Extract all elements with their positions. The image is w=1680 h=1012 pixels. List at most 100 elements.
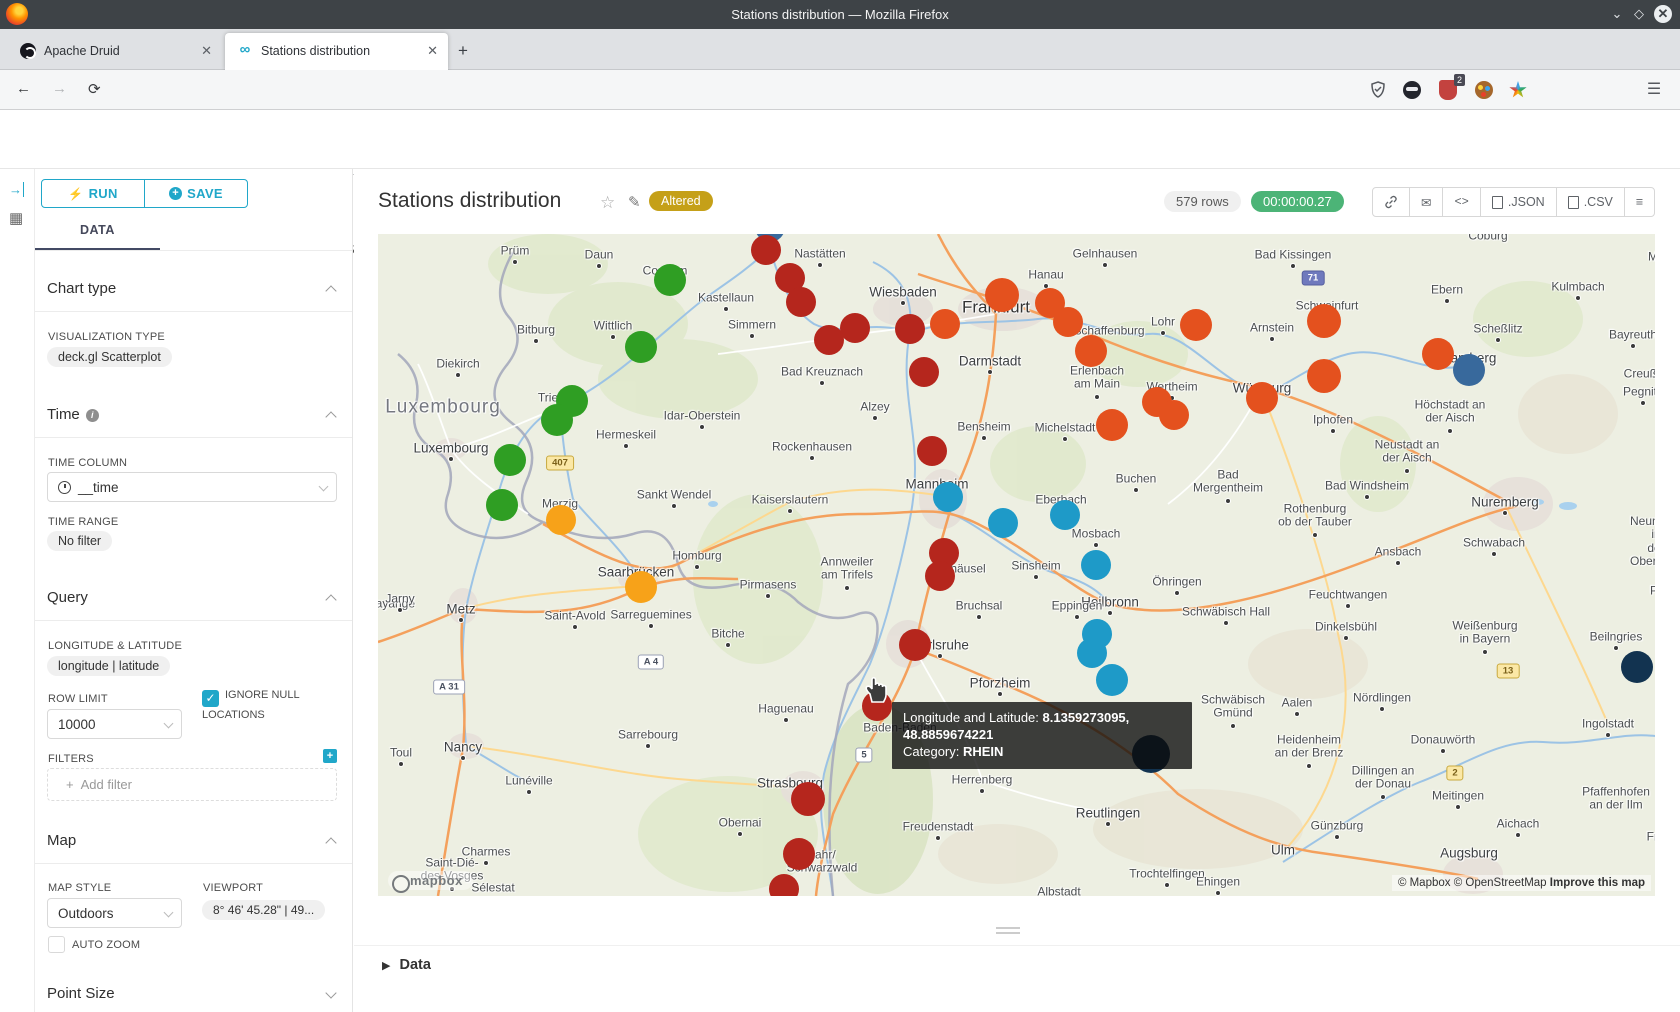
save-button[interactable]: +SAVE (144, 180, 247, 207)
forward-button[interactable]: → (52, 80, 67, 97)
pocket-shield-icon[interactable] (1366, 78, 1390, 102)
add-filter-plus-button[interactable]: + (323, 749, 337, 763)
map-point[interactable] (751, 235, 781, 265)
minimize-icon[interactable]: ⌄ (1608, 5, 1626, 23)
map-style-select[interactable]: Outdoors (47, 898, 182, 928)
map-point[interactable] (1307, 304, 1341, 338)
map-point[interactable] (925, 561, 955, 591)
lonlat-pill[interactable]: longitude | latitude (47, 656, 170, 676)
export-json-button[interactable]: .JSON (1480, 188, 1556, 216)
map-point[interactable] (654, 264, 686, 296)
map-point[interactable] (1050, 500, 1080, 530)
share-link-button[interactable] (1373, 188, 1409, 216)
chevron-up-icon[interactable] (325, 837, 336, 848)
map-point[interactable] (546, 505, 576, 535)
map-point[interactable] (1307, 359, 1341, 393)
map-point[interactable] (1096, 664, 1128, 696)
map-point[interactable] (1621, 651, 1653, 683)
map-point[interactable] (783, 838, 815, 870)
data-panel-toggle[interactable]: ▶Data (382, 957, 431, 973)
map-point[interactable] (1422, 338, 1454, 370)
map-point[interactable] (494, 444, 526, 476)
section-map[interactable]: Map (47, 832, 76, 849)
map-point[interactable] (840, 313, 870, 343)
tab-close-icon[interactable]: ✕ (427, 43, 438, 59)
chevron-down-icon[interactable] (325, 987, 336, 998)
improve-map-link[interactable]: Improve this map (1550, 877, 1645, 889)
edit-pencil-icon[interactable]: ✎ (628, 193, 641, 211)
map-point[interactable] (930, 309, 960, 339)
tab-stations-distribution[interactable]: ∞ Stations distribution ✕ (225, 33, 448, 70)
map-point[interactable] (791, 782, 825, 816)
map-point[interactable] (786, 287, 816, 317)
section-point-size[interactable]: Point Size (47, 985, 115, 1002)
map-point[interactable] (1246, 382, 1278, 414)
map-point[interactable] (988, 508, 1018, 538)
auto-zoom-checkbox[interactable] (48, 936, 65, 953)
tab-apache-druid[interactable]: Apache Druid ✕ (8, 33, 222, 70)
map-point[interactable] (625, 571, 657, 603)
chevron-up-icon[interactable] (325, 411, 336, 422)
map-point[interactable] (1159, 400, 1189, 430)
export-csv-button[interactable]: .CSV (1556, 188, 1624, 216)
expand-panel-icon[interactable]: →​ (9, 182, 24, 197)
account-mask-icon[interactable] (1400, 78, 1424, 102)
maximize-icon[interactable]: ◇ (1630, 5, 1648, 23)
map-city-label: Lunéville (505, 774, 552, 787)
map-city-dot (1216, 891, 1220, 895)
map-point[interactable] (769, 874, 799, 896)
map-canvas[interactable]: PrümDaunCochemNastättenKastellaunBitburg… (378, 234, 1655, 896)
embed-code-button[interactable]: <> (1442, 188, 1479, 216)
map-point[interactable] (625, 331, 657, 363)
chevron-up-icon[interactable] (325, 594, 336, 605)
ignore-null-checkbox[interactable]: ✓ (202, 690, 219, 707)
back-button[interactable]: ← (16, 80, 31, 97)
map-point[interactable] (1077, 638, 1107, 668)
mapbox-logo[interactable]: mapbox (388, 871, 473, 890)
osm-attrib-link[interactable]: © OpenStreetMap (1454, 877, 1550, 889)
ublock-icon[interactable]: 2 (1436, 78, 1460, 102)
mapbox-attrib-link[interactable]: © Mapbox (1398, 877, 1454, 889)
time-range-pill[interactable]: No filter (47, 531, 112, 551)
map-point[interactable] (1096, 409, 1128, 441)
viz-type-pill[interactable]: deck.gl Scatterplot (47, 347, 172, 367)
map-city-label: Rockenhausen (772, 440, 852, 453)
map-point[interactable] (917, 436, 947, 466)
superset-favicon: ∞ (237, 43, 253, 59)
map-point[interactable] (909, 357, 939, 387)
panel-resize-handle[interactable] (996, 927, 1020, 934)
chart-menu-button[interactable]: ≡ (1624, 188, 1654, 216)
reload-button[interactable]: ⟳ (88, 80, 101, 98)
menu-hamburger-icon[interactable]: ☰ (1642, 78, 1666, 102)
map-point[interactable] (486, 489, 518, 521)
run-button[interactable]: ⚡RUN (42, 180, 144, 207)
map-point[interactable] (1075, 335, 1107, 367)
section-query[interactable]: Query (47, 589, 88, 606)
section-chart-type[interactable]: Chart type (47, 280, 116, 297)
map-point[interactable] (899, 629, 931, 661)
map-point[interactable] (1053, 307, 1083, 337)
map-point[interactable] (1180, 309, 1212, 341)
map-point[interactable] (985, 278, 1019, 312)
map-point[interactable] (933, 482, 963, 512)
viewport-pill[interactable]: 8° 46' 45.28" | 49... (202, 900, 325, 920)
tab-close-icon[interactable]: ✕ (201, 43, 212, 59)
new-tab-button[interactable]: + (458, 41, 468, 61)
datasource-grid-icon[interactable]: ▦ (9, 209, 23, 227)
row-limit-select[interactable]: 10000 (47, 709, 182, 739)
colorful-extension-icon[interactable] (1506, 78, 1530, 102)
chevron-up-icon[interactable] (325, 285, 336, 296)
email-button[interactable]: ✉ (1409, 188, 1442, 216)
palette-extension-icon[interactable] (1472, 78, 1496, 102)
map-point[interactable] (895, 314, 925, 344)
time-column-select[interactable]: __time (47, 472, 337, 502)
map-point[interactable] (1081, 550, 1111, 580)
tab-data[interactable]: DATA (80, 223, 115, 237)
map-point[interactable] (1453, 354, 1485, 386)
add-filter-box[interactable]: +Add filter (47, 768, 337, 801)
section-time[interactable]: Timei (47, 406, 99, 423)
favorite-star-icon[interactable]: ☆ (600, 193, 615, 213)
map-point[interactable] (541, 404, 573, 436)
close-icon[interactable]: ✕ (1654, 5, 1672, 23)
window-titlebar[interactable]: Stations distribution — Mozilla Firefox … (0, 0, 1680, 29)
